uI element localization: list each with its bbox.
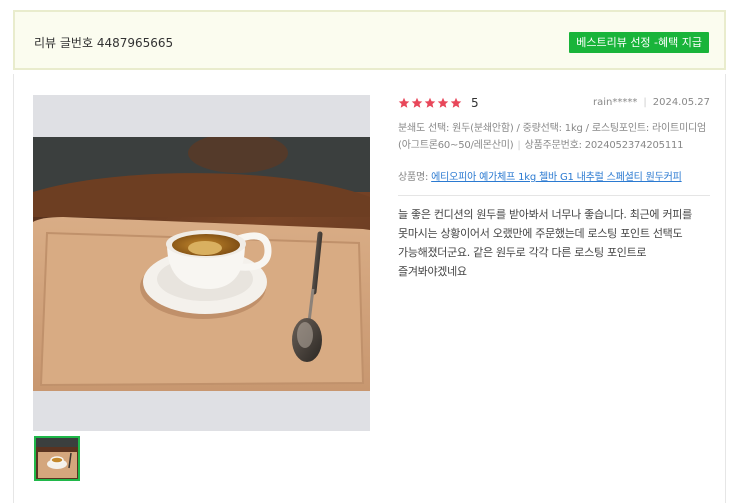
product-line: 상품명: 에티오피아 예가체프 1kg 첼바 G1 내추럴 스페셜티 원두커피 [398, 170, 710, 186]
review-header: 리뷰 글번호 4487965665 베스트리뷰 선정 -혜택 지급 [13, 10, 726, 70]
best-review-badge: 베스트리뷰 선정 -혜택 지급 [569, 32, 709, 53]
review-photo [33, 137, 370, 391]
product-link[interactable]: 에티오피아 예가체프 1kg 첼바 G1 내추럴 스페셜티 원두커피 [431, 172, 682, 183]
review-photo-thumbnail[interactable] [34, 436, 80, 481]
star-icon [398, 97, 410, 108]
star-icon [411, 97, 423, 108]
star-icon [424, 97, 436, 108]
options-divider: | [517, 140, 521, 151]
purchase-options: 분쇄도 선택: 원두(분쇄안함) / 중량선택: 1kg / 로스팅포인트: 라… [398, 120, 710, 154]
thumbnail-image [36, 438, 78, 479]
divider [398, 195, 710, 196]
rating-score: 5 [471, 96, 479, 110]
review-photo-viewer[interactable] [33, 95, 370, 431]
product-label: 상품명: [398, 172, 429, 183]
order-number: 상품주문번호: 2024052374205111 [524, 140, 684, 151]
meta-divider: | [643, 97, 647, 108]
rating-row: 5 rain***** | 2024.05.27 [398, 96, 710, 112]
reviewer-id: rain***** [593, 97, 638, 108]
star-rating [398, 97, 462, 109]
star-icon [437, 97, 449, 108]
review-date: 2024.05.27 [652, 97, 710, 108]
star-icon [450, 97, 462, 108]
review-number: 리뷰 글번호 4487965665 [34, 36, 174, 50]
review-body: 늘 좋은 컨디션의 원두를 받아봐서 너무나 좋습니다. 최근에 커피를 못마시… [398, 208, 692, 278]
review-meta: rain***** | 2024.05.27 [593, 97, 710, 108]
